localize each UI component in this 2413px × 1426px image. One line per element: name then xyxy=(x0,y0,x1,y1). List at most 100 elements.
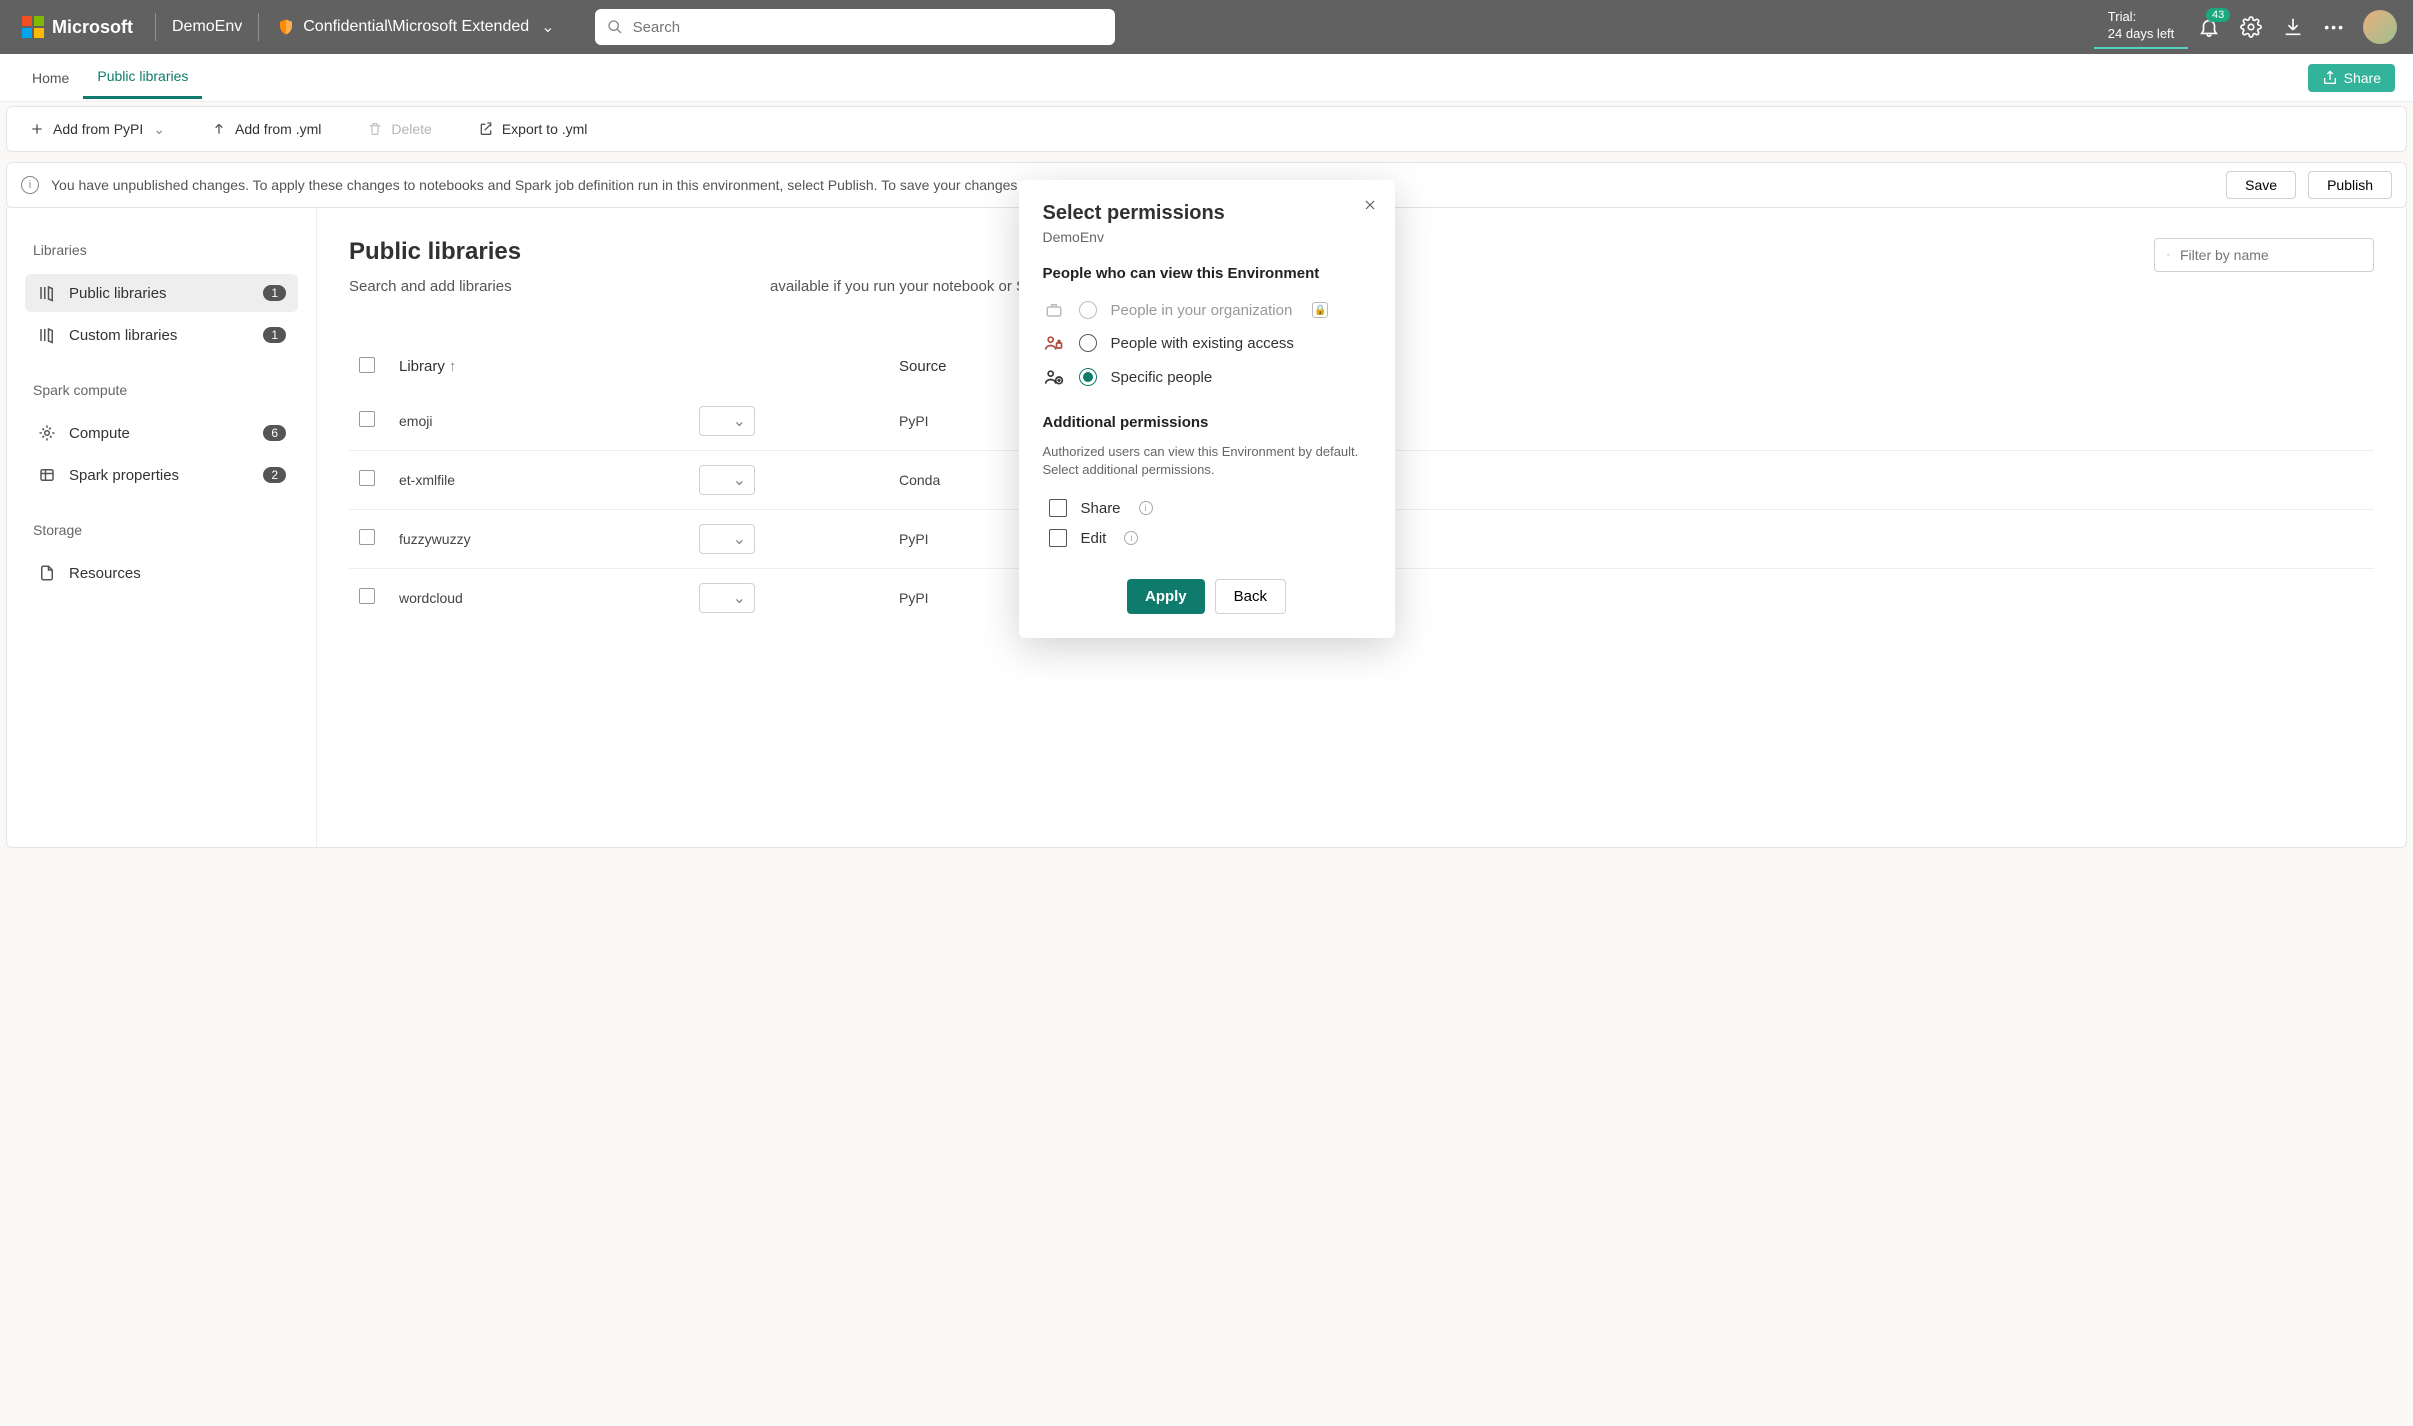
row-checkbox[interactable] xyxy=(359,588,375,604)
sidebar-group-libraries: Libraries xyxy=(25,236,298,270)
info-icon[interactable]: i xyxy=(1124,531,1138,545)
radio-existing[interactable] xyxy=(1079,334,1097,352)
checkbox-edit[interactable] xyxy=(1049,529,1067,547)
page-tabs: Home Public libraries Share xyxy=(0,54,2413,102)
cell-library: fuzzywuzzy xyxy=(389,509,689,568)
back-button[interactable]: Back xyxy=(1215,579,1286,614)
divider xyxy=(258,13,259,41)
close-button[interactable] xyxy=(1363,198,1377,212)
save-button[interactable]: Save xyxy=(2226,171,2296,199)
list-icon xyxy=(37,466,57,484)
top-bar: Microsoft DemoEnv Confidential\Microsoft… xyxy=(0,0,2413,54)
library-toolbar: Add from PyPI ⌄ Add from .yml Delete Exp… xyxy=(6,106,2407,152)
sidebar-item-public-libraries[interactable]: Public libraries 1 xyxy=(25,274,298,312)
additional-heading: Additional permissions xyxy=(1043,414,1371,431)
info-icon: i xyxy=(21,176,39,194)
trial-status[interactable]: Trial: 24 days left xyxy=(2094,9,2189,49)
col-source[interactable]: Source xyxy=(889,343,1029,392)
count-badge: 1 xyxy=(263,327,286,343)
row-checkbox[interactable] xyxy=(359,411,375,427)
select-all-checkbox[interactable] xyxy=(359,357,375,373)
settings-button[interactable] xyxy=(2240,16,2262,38)
radio-org xyxy=(1079,301,1097,319)
tab-home[interactable]: Home xyxy=(18,58,83,98)
sidebar-group-spark: Spark compute xyxy=(25,376,298,410)
perm-option-org: People in your organization 🔒 xyxy=(1043,294,1371,326)
trial-label: Trial: xyxy=(2108,9,2175,26)
cell-library: emoji xyxy=(389,391,689,450)
notifications-button[interactable]: 43 xyxy=(2198,16,2220,38)
tab-public-libraries[interactable]: Public libraries xyxy=(83,56,202,99)
additional-desc: Authorized users can view this Environme… xyxy=(1043,443,1371,479)
lock-icon: 🔒 xyxy=(1312,302,1328,318)
sidebar-item-compute[interactable]: Compute 6 xyxy=(25,414,298,452)
checkbox-share[interactable] xyxy=(1049,499,1067,517)
col-library[interactable]: Library xyxy=(399,358,445,375)
perm-option-existing[interactable]: People with existing access xyxy=(1043,326,1371,360)
shield-icon xyxy=(277,18,295,36)
chevron-down-icon: ⌄ xyxy=(541,17,554,37)
library-icon xyxy=(37,326,57,344)
people-add-icon xyxy=(1043,367,1065,387)
folder-icon xyxy=(37,564,57,582)
dialog-title: Select permissions xyxy=(1043,202,1371,225)
classification-label: Confidential\Microsoft Extended xyxy=(303,18,529,36)
version-dropdown[interactable] xyxy=(699,465,755,495)
sort-asc-icon: ↑ xyxy=(449,358,457,375)
cell-source: PyPI xyxy=(889,509,1029,568)
filter-input[interactable] xyxy=(2180,247,2361,263)
brand-logo: Microsoft xyxy=(8,16,147,38)
download-button[interactable] xyxy=(2282,16,2304,38)
divider xyxy=(155,13,156,41)
checkbox-edit-row[interactable]: Edit i xyxy=(1043,523,1371,553)
count-badge: 1 xyxy=(263,285,286,301)
sidebar-group-storage: Storage xyxy=(25,516,298,550)
library-icon xyxy=(37,284,57,302)
sidebar-item-spark-properties[interactable]: Spark properties 2 xyxy=(25,456,298,494)
sidebar-item-custom-libraries[interactable]: Custom libraries 1 xyxy=(25,316,298,354)
row-checkbox[interactable] xyxy=(359,529,375,545)
environment-name[interactable]: DemoEnv xyxy=(164,18,250,36)
microsoft-logo-icon xyxy=(22,16,44,38)
people-lock-icon xyxy=(1043,333,1065,353)
chevron-down-icon: ⌄ xyxy=(153,121,165,138)
cell-source: PyPI xyxy=(889,568,1029,627)
apply-button[interactable]: Apply xyxy=(1127,579,1205,614)
more-button[interactable]: ••• xyxy=(2324,19,2345,35)
version-dropdown[interactable] xyxy=(699,406,755,436)
gear-icon xyxy=(37,424,57,442)
share-label: Share xyxy=(2344,70,2381,86)
add-from-yml-button[interactable]: Add from .yml xyxy=(199,115,333,143)
view-permission-heading: People who can view this Environment xyxy=(1043,265,1371,282)
info-icon[interactable]: i xyxy=(1139,501,1153,515)
cell-library: et-xmlfile xyxy=(389,450,689,509)
filter-by-name[interactable] xyxy=(2154,238,2374,272)
version-dropdown[interactable] xyxy=(699,524,755,554)
export-yml-button[interactable]: Export to .yml xyxy=(466,115,600,143)
brand-text: Microsoft xyxy=(52,17,133,38)
cell-library: wordcloud xyxy=(389,568,689,627)
search-icon xyxy=(607,19,623,35)
classification-dropdown[interactable]: Confidential\Microsoft Extended ⌄ xyxy=(267,17,564,37)
trial-days: 24 days left xyxy=(2108,26,2175,43)
sidebar: Libraries Public libraries 1 Custom libr… xyxy=(7,208,317,847)
global-search[interactable] xyxy=(595,9,1115,45)
avatar[interactable] xyxy=(2363,10,2397,44)
version-dropdown[interactable] xyxy=(699,583,755,613)
delete-button[interactable]: Delete xyxy=(355,115,443,143)
notification-badge: 43 xyxy=(2206,8,2230,22)
radio-specific[interactable] xyxy=(1079,368,1097,386)
briefcase-icon xyxy=(1043,301,1065,319)
cell-source: PyPI xyxy=(889,391,1029,450)
row-checkbox[interactable] xyxy=(359,470,375,486)
search-input[interactable] xyxy=(633,19,1103,36)
publish-button[interactable]: Publish xyxy=(2308,171,2392,199)
sidebar-item-resources[interactable]: Resources xyxy=(25,554,298,592)
count-badge: 6 xyxy=(263,425,286,441)
checkbox-share-row[interactable]: Share i xyxy=(1043,493,1371,523)
select-permissions-dialog: Select permissions DemoEnv People who ca… xyxy=(1019,180,1395,638)
add-from-pypi-button[interactable]: Add from PyPI ⌄ xyxy=(17,115,177,144)
share-button[interactable]: Share xyxy=(2308,64,2395,92)
dialog-subtitle: DemoEnv xyxy=(1043,229,1371,245)
perm-option-specific[interactable]: Specific people xyxy=(1043,360,1371,394)
